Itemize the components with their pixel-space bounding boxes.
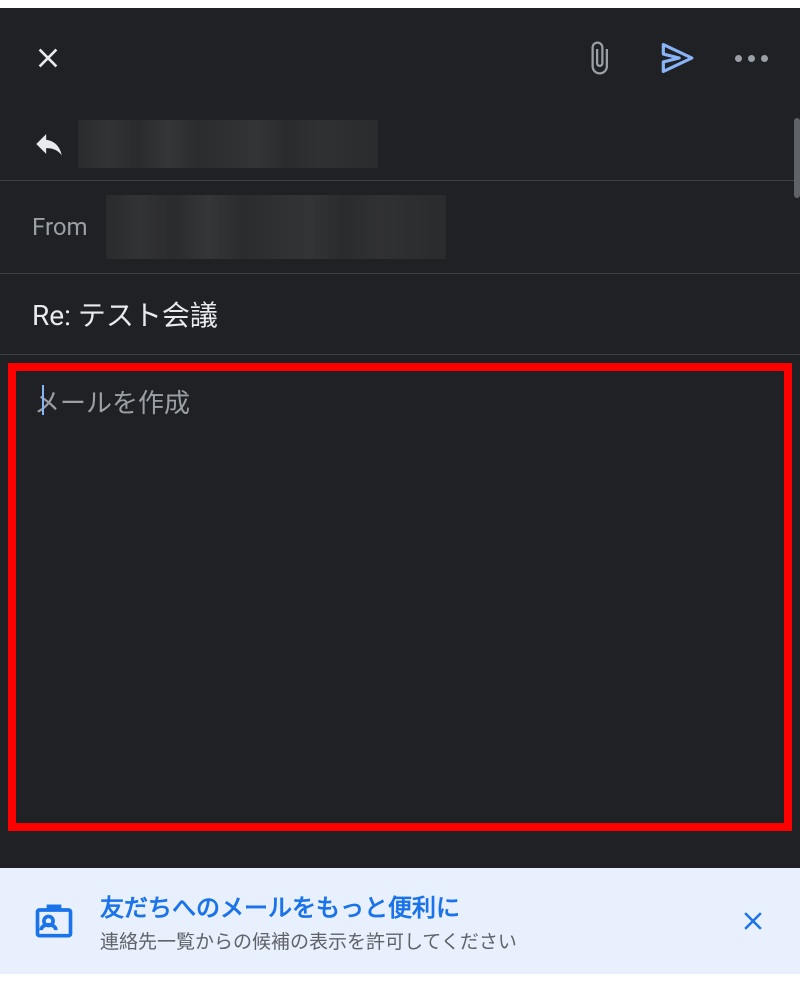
subject-row[interactable]: Re: テスト会議 <box>0 274 800 355</box>
compose-toolbar <box>0 8 800 108</box>
recipient-redacted <box>78 120 378 168</box>
more-icon[interactable] <box>735 55 768 62</box>
close-icon[interactable] <box>32 42 64 74</box>
banner-subtitle: 連絡先一覧からの候補の表示を許可してください <box>100 927 714 954</box>
reply-icon <box>32 127 66 161</box>
compose-body-input[interactable] <box>16 371 784 823</box>
text-cursor <box>42 385 44 415</box>
scrollbar[interactable] <box>794 118 800 198</box>
body-highlight-border <box>8 363 792 831</box>
banner-title: 友だちへのメールをもっと便利に <box>100 888 714 923</box>
attach-icon[interactable] <box>581 40 617 76</box>
recipient-row[interactable] <box>0 108 800 181</box>
banner-text-container[interactable]: 友だちへのメールをもっと便利に 連絡先一覧からの候補の表示を許可してください <box>100 888 714 954</box>
from-label: From <box>32 213 88 241</box>
contact-card-icon <box>32 899 76 943</box>
from-redacted <box>106 195 446 259</box>
send-icon[interactable] <box>657 39 695 77</box>
banner-close-icon[interactable] <box>738 906 768 936</box>
contacts-permission-banner: 友だちへのメールをもっと便利に 連絡先一覧からの候補の表示を許可してください <box>0 868 800 974</box>
from-row[interactable]: From <box>0 181 800 274</box>
subject-text: Re: テスト会議 <box>32 299 218 332</box>
